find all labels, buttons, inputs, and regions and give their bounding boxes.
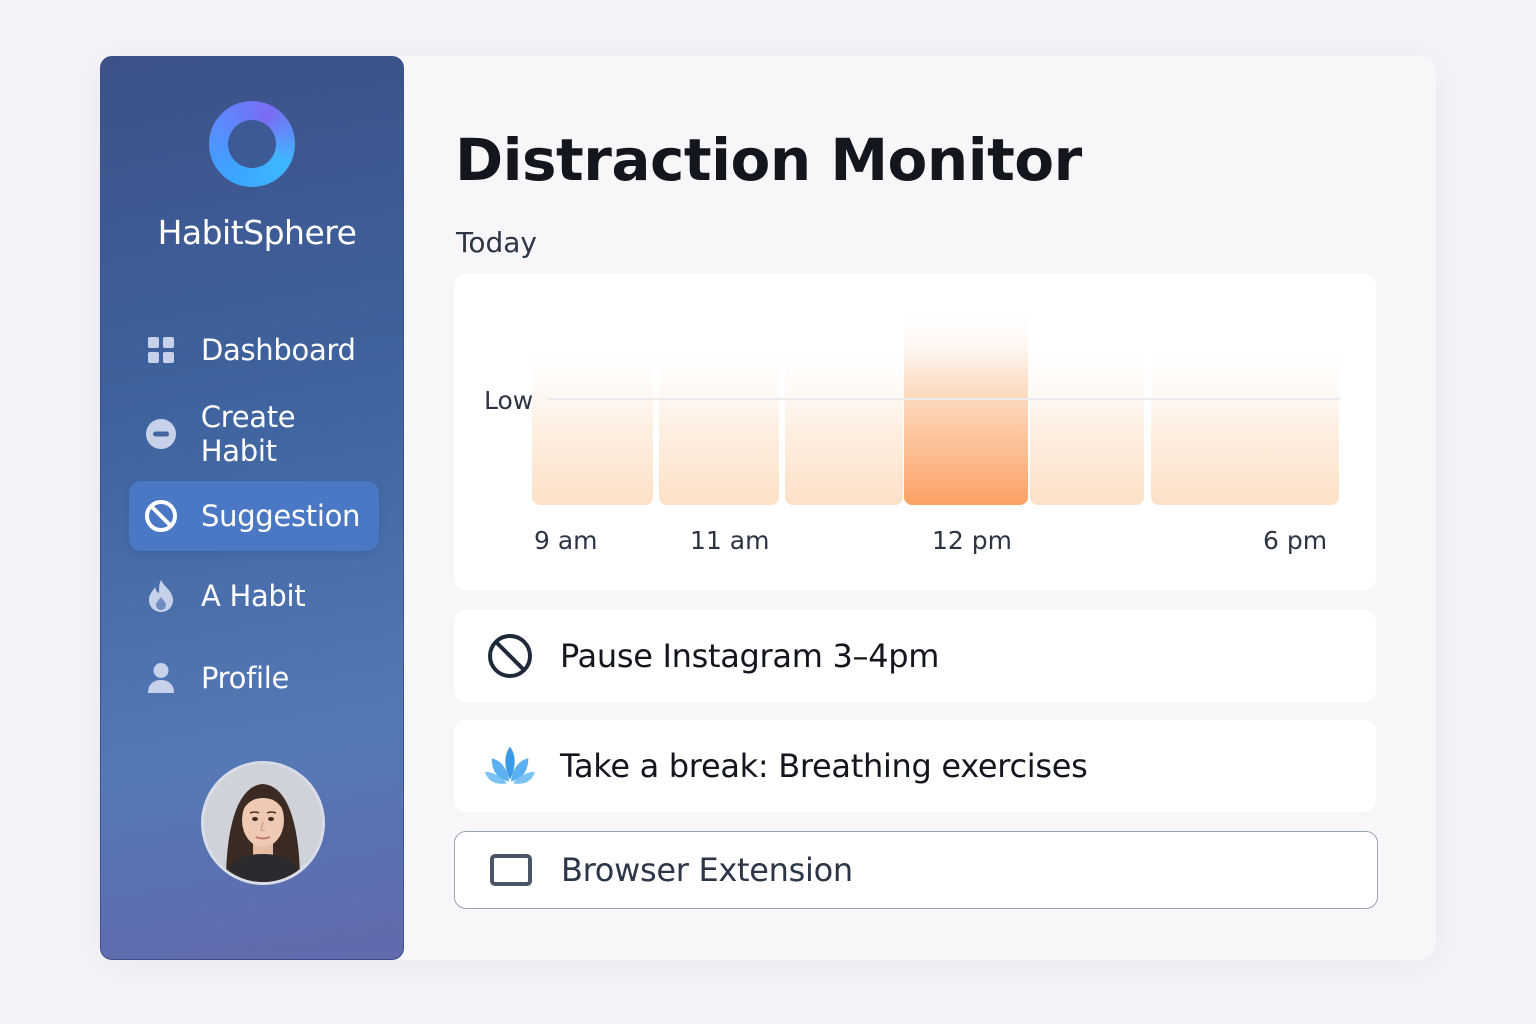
period-label: Today	[456, 226, 537, 259]
sidebar-item-suggestion[interactable]: Suggestion	[129, 481, 379, 551]
chart-bar	[1030, 341, 1144, 505]
browser-window-icon	[485, 844, 537, 896]
sidebar-item-dashboard[interactable]: Dashboard	[129, 315, 379, 385]
chart-canvas: Low 9 am 11 am 12 pm 6 pm	[484, 305, 1340, 555]
browser-extension-button[interactable]: Browser Extension	[454, 831, 1378, 909]
user-icon	[143, 660, 179, 696]
page-title: Distraction Monitor	[455, 126, 1082, 194]
distraction-chart: Low 9 am 11 am 12 pm 6 pm	[454, 274, 1376, 590]
block-icon	[143, 498, 179, 534]
suggestion-label: Take a break: Breathing exercises	[560, 747, 1088, 785]
grid-icon	[143, 332, 179, 368]
sidebar-item-label: Create Habit	[200, 400, 296, 468]
sidebar-item-create-habit[interactable]: Create Habit	[129, 399, 379, 469]
block-icon	[484, 630, 536, 682]
chart-bar	[1151, 341, 1339, 505]
sidebar: HabitSphere Dashboard Create Habit Sugge…	[100, 56, 404, 960]
brand-name: HabitSphere	[157, 213, 357, 252]
browser-extension-label: Browser Extension	[561, 851, 853, 889]
x-tick-label: 6 pm	[1263, 526, 1327, 555]
chart-bar	[532, 341, 653, 505]
sidebar-item-profile[interactable]: Profile	[129, 643, 379, 713]
sidebar-item-label: Profile	[201, 661, 290, 695]
x-tick-label: 11 am	[690, 526, 769, 555]
suggestion-breathing-break[interactable]: Take a break: Breathing exercises	[454, 720, 1376, 812]
lotus-icon	[484, 740, 536, 792]
minus-circle-icon	[143, 416, 179, 452]
x-tick-label: 9 am	[534, 526, 598, 555]
suggestion-pause-instagram[interactable]: Pause Instagram 3–4pm	[454, 610, 1376, 702]
sidebar-item-label: Suggestion	[201, 499, 361, 533]
suggestion-label: Pause Instagram 3–4pm	[560, 637, 940, 675]
chart-bar-peak	[904, 305, 1028, 505]
x-tick-label: 12 pm	[932, 526, 1012, 555]
chart-bar	[659, 341, 779, 505]
y-tick-label: Low	[484, 386, 533, 415]
logo-icon	[209, 101, 295, 187]
chart-bar	[785, 341, 903, 505]
sidebar-item-label: Dashboard	[201, 333, 356, 367]
sidebar-item-a-habit[interactable]: A Habit	[129, 561, 379, 631]
avatar[interactable]	[201, 761, 325, 885]
sidebar-item-label: A Habit	[201, 579, 306, 613]
flame-icon	[143, 578, 179, 614]
